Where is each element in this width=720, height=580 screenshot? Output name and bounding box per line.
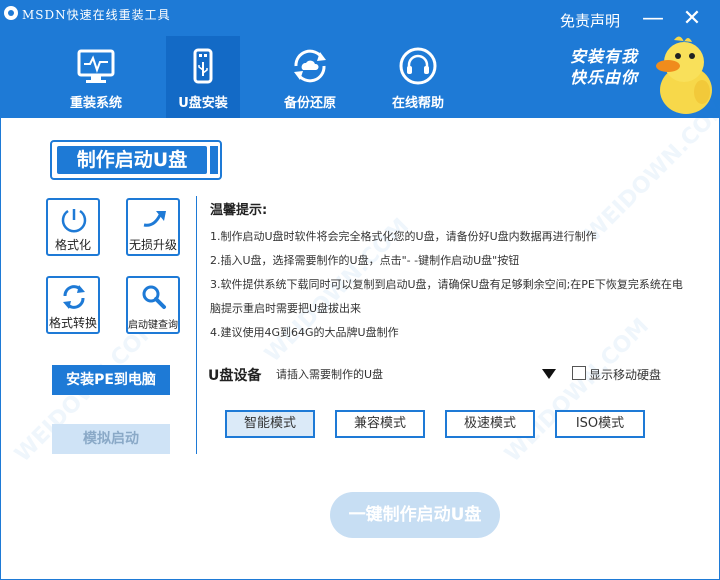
app-window: MSDN快速在线重装工具 免责声明 — ✕ 重装系统 U盘安装 备份还原 在线帮… bbox=[0, 0, 720, 580]
mode-smart-button[interactable]: 智能模式 bbox=[225, 410, 315, 438]
app-logo-icon bbox=[4, 6, 18, 20]
tab-usb-install[interactable]: U盘安装 bbox=[166, 36, 240, 118]
tip-line: 2.插入U盘，选择需要制作的U盘，点击"- -键制作启动U盘"按钮 bbox=[210, 254, 520, 267]
headset-icon bbox=[399, 47, 437, 85]
tip-line: 3.软件提供系统下载同时可以复制到启动U盘，请确保U盘有足够剩余空间;在PE下恢… bbox=[210, 278, 683, 291]
tab-label: U盘安装 bbox=[178, 96, 228, 111]
show-hdd-checkbox[interactable] bbox=[572, 366, 586, 380]
upgrade-button[interactable]: 无损升级 bbox=[126, 198, 180, 256]
convert-button[interactable]: 格式转换 bbox=[46, 276, 100, 334]
section-title: 制作启动U盘 bbox=[57, 146, 207, 174]
header-bar: MSDN快速在线重装工具 免责声明 — ✕ 重装系统 U盘安装 备份还原 在线帮… bbox=[0, 0, 720, 118]
tab-online-help[interactable]: 在线帮助 bbox=[366, 36, 470, 118]
show-hdd-label[interactable]: 显示移动硬盘 bbox=[589, 366, 661, 383]
section-title-banner: 制作启动U盘 bbox=[50, 140, 222, 180]
usb-device-select[interactable]: 请插入需要制作的U盘 bbox=[276, 366, 383, 382]
cloud-sync-icon bbox=[294, 49, 326, 83]
format-icon bbox=[61, 209, 87, 233]
simulate-boot-button[interactable]: 模拟启动 bbox=[52, 424, 170, 454]
format-label: 格式化 bbox=[54, 238, 91, 252]
tips-title: 温馨提示: bbox=[210, 203, 268, 218]
install-pe-button[interactable]: 安装PE到电脑 bbox=[52, 365, 170, 395]
monitor-icon bbox=[77, 49, 115, 83]
upgrade-label: 无损升级 bbox=[128, 238, 177, 252]
upgrade-icon bbox=[143, 211, 166, 227]
tip-line: 4.建议使用4G到64G的大品牌U盘制作 bbox=[210, 326, 399, 339]
boot-key-query-button[interactable]: 启动键查询 bbox=[126, 276, 180, 334]
format-button[interactable]: 格式化 bbox=[46, 198, 100, 256]
tip-line: 脑提示重启时需要把U盘拔出来 bbox=[210, 302, 362, 315]
tab-label: 备份还原 bbox=[283, 96, 336, 111]
search-icon bbox=[142, 285, 166, 309]
mode-compatible-button[interactable]: 兼容模式 bbox=[335, 410, 425, 438]
minimize-icon[interactable]: — bbox=[642, 8, 664, 30]
tab-reinstall-system[interactable]: 重装系统 bbox=[44, 36, 148, 118]
tab-label: 重装系统 bbox=[69, 96, 122, 111]
make-boot-usb-button[interactable]: 一键制作启动U盘 bbox=[330, 492, 500, 538]
mode-fast-button[interactable]: 极速模式 bbox=[445, 410, 535, 438]
app-title: MSDN快速在线重装工具 bbox=[22, 8, 171, 22]
boot-key-query-label: 启动键查询 bbox=[128, 320, 178, 331]
tab-label: 在线帮助 bbox=[391, 96, 444, 111]
tab-backup-restore[interactable]: 备份还原 bbox=[258, 36, 362, 118]
convert-icon bbox=[63, 285, 85, 309]
convert-label: 格式转换 bbox=[48, 316, 97, 330]
vertical-divider bbox=[196, 196, 197, 454]
usb-device-label: U盘设备 bbox=[208, 368, 262, 384]
dropdown-arrow-icon[interactable] bbox=[542, 369, 556, 379]
disclaimer-link[interactable]: 免责声明 bbox=[560, 10, 620, 31]
close-icon[interactable]: ✕ bbox=[681, 8, 703, 30]
watermark: WEIDOWN.COM bbox=[500, 313, 654, 468]
tip-line: 1.制作启动U盘时软件将会完全格式化您的U盘，请备份好U盘内数据再进行制作 bbox=[210, 230, 597, 243]
mode-iso-button[interactable]: ISO模式 bbox=[555, 410, 645, 438]
usb-drive-icon bbox=[193, 48, 213, 84]
